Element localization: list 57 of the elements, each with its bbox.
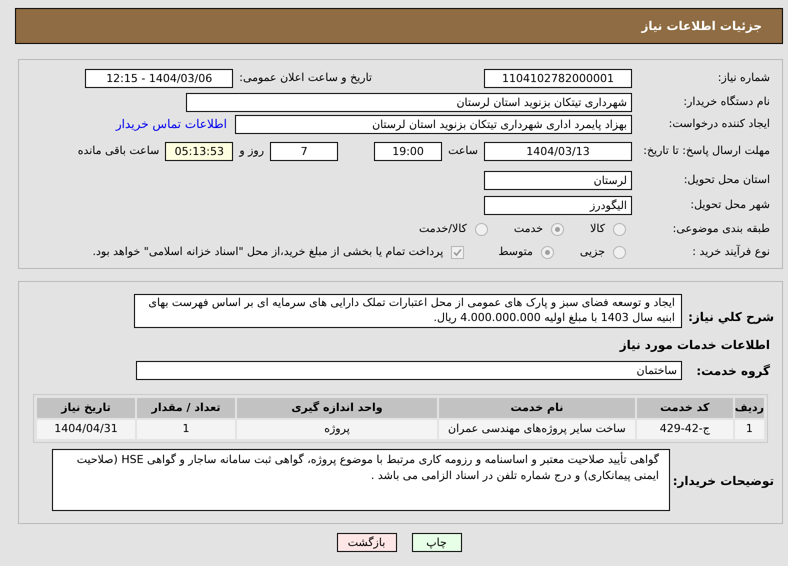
field-label: ایجاد کننده درخواست: xyxy=(668,116,770,132)
field-label: مهلت ارسال پاسخ: تا تاریخ: xyxy=(643,144,770,158)
text-field[interactable]: 1104102782000001 xyxy=(484,69,632,88)
table-cell: ج-42-429 xyxy=(636,420,733,439)
field-label: ساعت باقی مانده xyxy=(78,142,160,159)
checkbox[interactable] xyxy=(451,246,464,259)
table-cell: ساخت سایر پروژه‌های مهندسی عمران xyxy=(439,420,635,439)
column-header: ردیف xyxy=(734,398,764,418)
field-label: توضیحات خریدار: xyxy=(672,474,774,488)
column-header: تعداد / مقدار xyxy=(137,398,235,418)
buyer-notes-textarea[interactable]: گواهی تأیید صلاحیت معتبر و اساسنامه و رزومه کاری مرتبط با موضوع پروژه، گواهی ثبت سامانه ساجار و گواهی HSE (صلاحیت ایمنی پیمانکاری) و درج شماره تلفن در اسناد الزامی می باشد . xyxy=(52,449,670,511)
field-label: تاریخ و ساعت اعلان عمومی: xyxy=(239,70,372,86)
field-label: شرح کلي نياز: xyxy=(688,310,774,324)
field-label: گروه خدمت: xyxy=(696,364,770,378)
radio-button[interactable] xyxy=(540,246,554,259)
text-field[interactable]: شهرداری تیتکان بزنوید استان لرستان xyxy=(186,92,632,112)
field-label: استان محل تحویل: xyxy=(684,172,770,188)
back-button[interactable]: بازگشت xyxy=(336,533,396,552)
table-cell: 1404/04/31 xyxy=(37,420,135,439)
column-header: نام خدمت xyxy=(439,398,635,418)
description-textarea[interactable]: ایجاد و توسعه فضای سبز و پارک های عمومی از محل اعتبارات تملک دارایی های سرمایه ای بر اساس فهرست بهای ابنیه سال 1403 با مبلغ اولیه 4.000.000.000 ریال. xyxy=(134,294,682,328)
radio-button[interactable] xyxy=(613,223,626,236)
column-header: تاریخ نیاز xyxy=(37,398,135,418)
countdown-field[interactable]: 05:13:53 xyxy=(165,142,234,160)
text-field[interactable]: بهزاد پایمرد اداری شهرداری تیتکان بزنوید استان لرستان xyxy=(235,114,632,134)
table-cell: پروژه xyxy=(237,420,437,439)
table-cell: 1 xyxy=(137,420,235,439)
buyer-contact-link[interactable]: اطلاعات تماس خریدار xyxy=(116,115,227,133)
field-label: کالا/خدمت xyxy=(419,221,467,238)
column-header: واحد اندازه گیری xyxy=(237,398,437,418)
field-label: ساعت xyxy=(448,142,478,159)
field-label: متوسط xyxy=(498,244,533,260)
text-field[interactable]: ساختمان xyxy=(136,360,682,380)
field-label: نوع فرآیند خرید : xyxy=(692,244,770,260)
radio-button[interactable] xyxy=(551,223,564,236)
column-header: کد خدمت xyxy=(636,398,733,418)
radio-button[interactable] xyxy=(474,223,488,236)
field-label: طبقه بندی موضوعی: xyxy=(672,221,770,238)
page-title: جزئیات اطلاعات نیاز xyxy=(641,18,762,35)
field-label: نام دستگاه خریدار: xyxy=(683,94,770,110)
field-label: اطلاعات خدمات مورد نیاز xyxy=(620,338,770,352)
text-field[interactable]: 19:00 xyxy=(374,142,442,160)
field-label: خدمت xyxy=(514,221,544,238)
text-field[interactable]: 1404/03/13 xyxy=(484,142,632,160)
text-field[interactable]: 1404/03/06 - 12:15 xyxy=(85,69,234,88)
field-label: شهر محل تحویل: xyxy=(690,197,770,214)
text-field[interactable]: 7 xyxy=(270,142,338,160)
text-field[interactable]: الیگودرز xyxy=(484,196,632,215)
field-label: روز و xyxy=(239,142,264,159)
radio-button[interactable] xyxy=(613,246,626,259)
field-label: شماره نیاز: xyxy=(718,70,770,86)
text-field[interactable]: لرستان xyxy=(484,170,632,190)
field-label: جزیی xyxy=(580,244,605,260)
print-button[interactable]: چاپ xyxy=(412,533,462,552)
table-cell: 1 xyxy=(734,420,764,439)
field-label: پرداخت تمام یا بخشی از مبلغ خرید،از محل "اسناد خزانه اسلامی" خواهد بود. xyxy=(92,244,444,260)
field-label: کالا xyxy=(590,221,605,238)
